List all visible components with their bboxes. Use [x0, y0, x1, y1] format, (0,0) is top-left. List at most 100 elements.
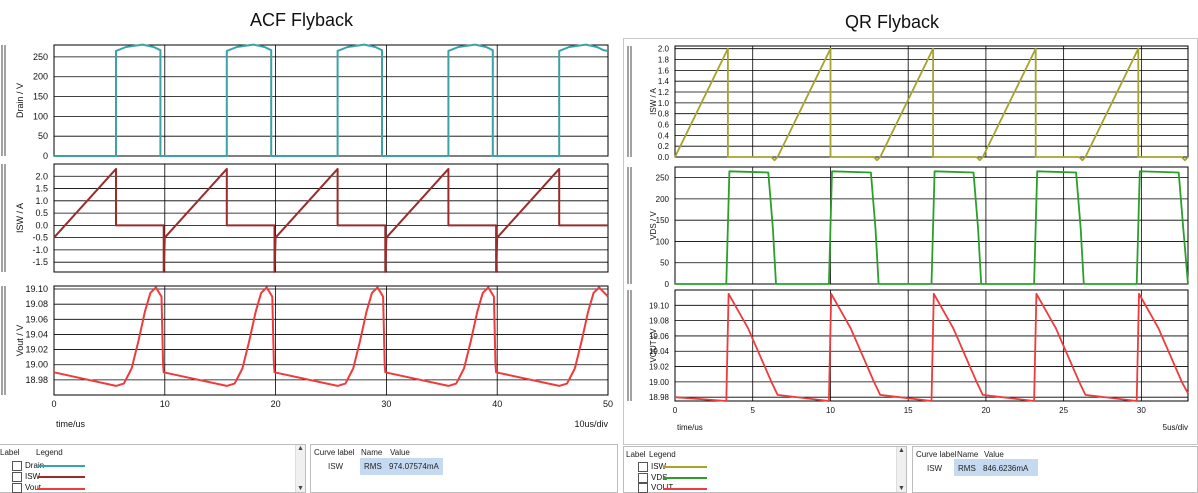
- meas-name: RMS: [958, 464, 976, 473]
- legend-item-isw[interactable]: ISW: [12, 471, 40, 482]
- y-tick-label: 250: [33, 52, 48, 62]
- panel-frame-isw: [674, 45, 1189, 158]
- meas-header-name: Name: [361, 448, 383, 457]
- legend-line-isw: [38, 476, 85, 478]
- y-tick-label: 150: [33, 92, 48, 102]
- scroll-up-icon[interactable]: ▲: [897, 447, 906, 454]
- right-figure-title: QR Flyback: [845, 12, 940, 32]
- meas-header-value: Value: [390, 448, 410, 457]
- legend-header-label: Label: [626, 450, 646, 459]
- y-axis-label-isw: ISW / A: [649, 88, 658, 115]
- panel-frame-drain: [53, 44, 609, 157]
- x-tick-label: 40: [492, 399, 502, 409]
- y-tick-label: 1.6: [658, 66, 670, 75]
- y-tick-label: 1.8: [658, 56, 670, 65]
- x-tick-label: 30: [1137, 406, 1146, 415]
- y-tick-label: 19.08: [649, 317, 670, 326]
- legend-checkbox[interactable]: [12, 460, 22, 471]
- y-tick-label: 0.4: [658, 131, 670, 140]
- y-tick-label: 19.06: [25, 314, 48, 324]
- y-tick-label: 19.10: [649, 301, 670, 310]
- x-tick-label: 50: [603, 399, 613, 409]
- legend-line-drain: [38, 465, 85, 467]
- meas-header-curve: Curve label: [916, 450, 957, 459]
- y-tick-label: 1.2: [658, 88, 670, 97]
- y-tick-label: 18.98: [25, 375, 48, 385]
- y-tick-label: -0.5: [32, 233, 48, 243]
- acf-measurement-box: Curve label Name Value ISW RMS 974.07574…: [310, 444, 618, 493]
- y-tick-label: 1.0: [658, 99, 670, 108]
- y-axis-label-vout: VOUT / V: [649, 328, 658, 363]
- acf-legend-box: Label Legend Drain ISW Vout ▲ ▼: [0, 444, 306, 493]
- legend-header-legend: Legend: [36, 448, 63, 457]
- y-tick-label: 1.0: [35, 196, 48, 206]
- y-tick-label: 100: [33, 111, 48, 121]
- meas-header-curve: Curve label: [314, 448, 355, 457]
- y-tick-label: 0.8: [658, 110, 670, 119]
- x-axis-label: time/us: [56, 419, 86, 429]
- legend-line-vout: [38, 488, 85, 490]
- qr-plot-group: 2.0 1.81.6 1.4 1.2 1.0 0.8 0.60.4 0.2 0.0 ISW / A…: [627, 45, 1189, 432]
- qr-measurement-box: Curve label Name Value ISW RMS 846.6236m…: [912, 446, 1198, 493]
- y-tick-label: 2.0: [658, 45, 670, 54]
- y-tick-label: 0: [43, 151, 48, 161]
- y-tick-label: 19.04: [25, 329, 48, 339]
- legend-checkbox[interactable]: [638, 482, 648, 493]
- x-tick-label: 20: [981, 406, 990, 415]
- y-tick-label: 19.08: [25, 299, 48, 309]
- y-tick-label: 50: [660, 259, 669, 268]
- x-tick-label: 5: [751, 406, 756, 415]
- y-tick-label: 200: [33, 72, 48, 82]
- y-tick-label: 18.98: [649, 393, 670, 402]
- scroll-up-icon[interactable]: ▲: [296, 445, 305, 452]
- y-tick-label: 0.0: [35, 220, 48, 230]
- meas-header-name: Name: [957, 450, 979, 459]
- y-tick-label: 2.0: [35, 171, 48, 181]
- y-axis-label-isw: ISW / A: [15, 203, 25, 233]
- y-tick-label: -1.5: [32, 257, 48, 267]
- legend-line-vds: [663, 477, 707, 479]
- meas-name: RMS: [364, 462, 382, 471]
- meas-curve: ISW: [328, 462, 344, 471]
- acf-plot-area: 250200150100500Drain / V2.01.51.00.50.0-…: [1, 43, 613, 429]
- x-tick-label: 15: [904, 406, 913, 415]
- legend-scrollbar[interactable]: ▲ ▼: [295, 445, 305, 492]
- meas-curve: ISW: [927, 464, 943, 473]
- legend-line-vout: [663, 488, 707, 490]
- y-tick-label: 0.2: [658, 142, 670, 151]
- y-tick-label: 0: [665, 280, 670, 289]
- div-label: 5us/div: [1163, 423, 1188, 432]
- x-tick-label: 0: [673, 406, 678, 415]
- x-tick-label: 10: [160, 399, 170, 409]
- left-figure-title: ACF Flyback: [250, 10, 354, 30]
- x-tick-label: 0: [51, 399, 56, 409]
- y-axis-label-vds: VDS / V: [649, 211, 658, 240]
- qr-legend-box: Label Legend ISW VDS VOUT ▲ ▼: [623, 446, 907, 493]
- legend-checkbox[interactable]: [638, 461, 648, 472]
- panel-frame-isw: [53, 163, 609, 273]
- legend-item-isw[interactable]: ISW: [638, 461, 666, 472]
- x-tick-label: 30: [381, 399, 391, 409]
- y-tick-label: 1.5: [35, 184, 48, 194]
- y-tick-label: -1.0: [32, 245, 48, 255]
- meas-value: 846.6236mA: [983, 464, 1029, 473]
- x-tick-label: 25: [1059, 406, 1068, 415]
- y-tick-label: 0.6: [658, 121, 670, 130]
- y-tick-label: 19.02: [25, 345, 48, 355]
- x-axis-label: time/us: [677, 423, 703, 432]
- y-tick-label: 50: [38, 131, 48, 141]
- y-tick-label: 0.5: [35, 208, 48, 218]
- legend-checkbox[interactable]: [12, 482, 22, 493]
- legend-scrollbar[interactable]: ▲ ▼: [896, 447, 906, 492]
- y-tick-label: 19.02: [649, 363, 670, 372]
- meas-header-value: Value: [984, 450, 1004, 459]
- qr-plot-area: 2.0 1.81.6 1.4 1.2 1.0 0.8 0.60.4 0.2 0.0 ISW / A…: [627, 45, 1189, 432]
- legend-item-vout[interactable]: Vout: [12, 482, 41, 493]
- legend-header-label: Label: [0, 448, 20, 457]
- y-axis-label-drain: Drain / V: [15, 83, 25, 118]
- y-tick-label: 1.4: [658, 77, 670, 86]
- y-tick-label: 19.00: [649, 378, 670, 387]
- y-tick-label: 250: [656, 174, 670, 183]
- x-tick-label: 10: [826, 406, 835, 415]
- legend-checkbox[interactable]: [12, 471, 22, 482]
